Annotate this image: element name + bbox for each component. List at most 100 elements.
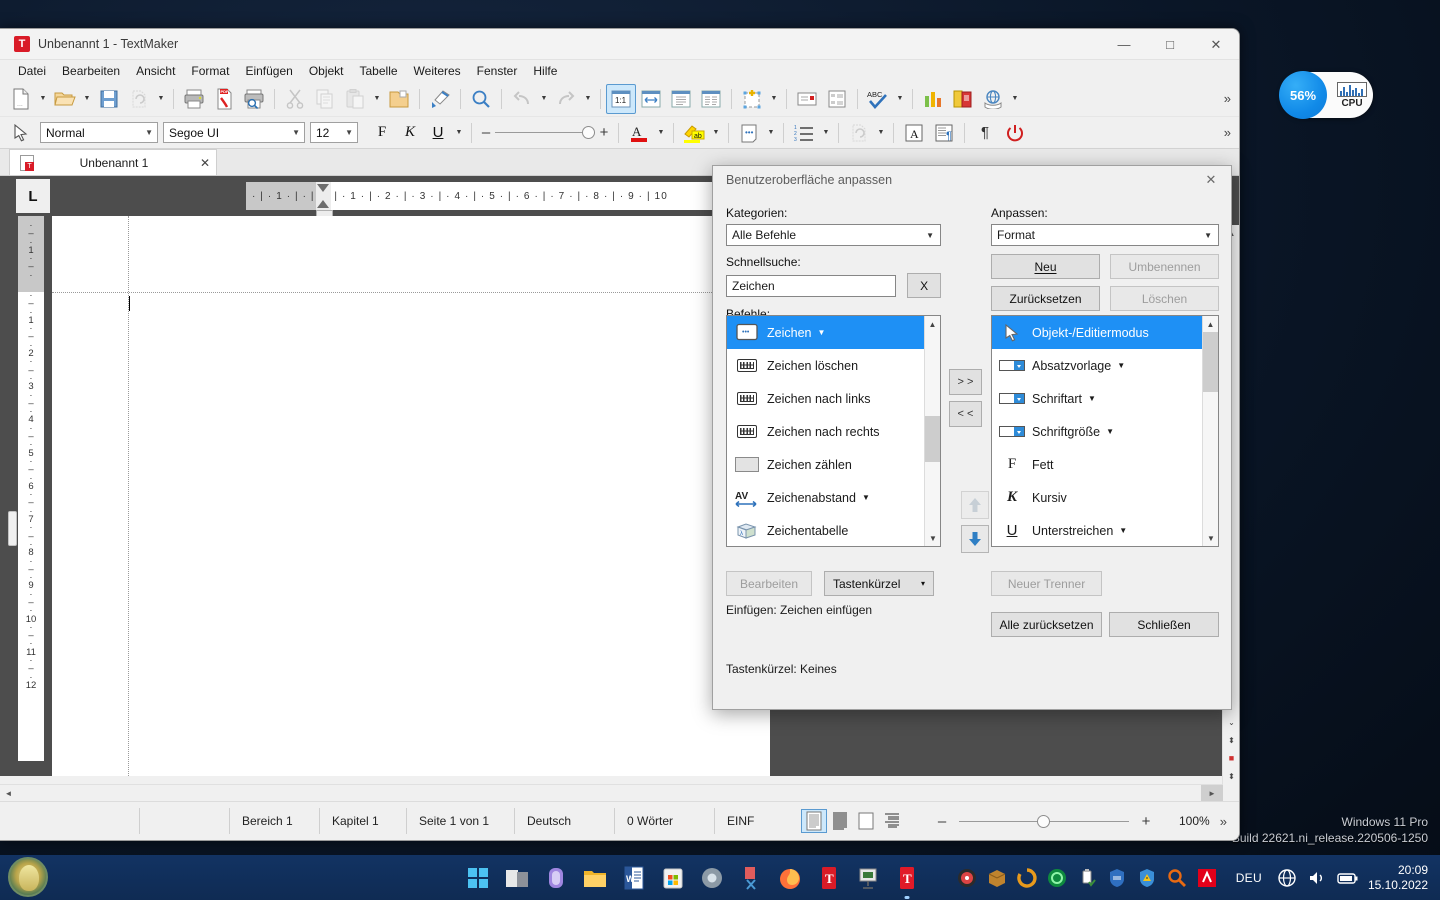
internet-caret[interactable]: ▼: [1008, 84, 1022, 114]
font-size-combo[interactable]: 12 ▼: [310, 122, 358, 143]
snipping-tool-icon[interactable]: [737, 864, 765, 892]
firewall-icon[interactable]: [1107, 868, 1127, 888]
settings-icon[interactable]: [698, 864, 726, 892]
numbered-list-icon[interactable]: 123: [789, 118, 819, 148]
widgets-icon[interactable]: [542, 864, 570, 892]
font-color-icon[interactable]: A: [624, 118, 654, 148]
list-item[interactable]: F Fett: [992, 448, 1218, 481]
usb-safely-remove-icon[interactable]: [1077, 868, 1097, 888]
power-icon[interactable]: [1000, 118, 1030, 148]
zoom-slider-track[interactable]: [959, 814, 1129, 828]
list-item[interactable]: ••• Zeichen ▼: [727, 316, 940, 349]
new-document-caret[interactable]: ▼: [36, 84, 50, 114]
textmaker-icon[interactable]: T: [815, 864, 843, 892]
font-size-slider-track[interactable]: [495, 126, 595, 139]
list-item[interactable]: λ Zeichentabelle: [727, 514, 940, 546]
list-item[interactable]: U Unterstreichen ▼: [992, 514, 1218, 546]
copy-icon[interactable]: [310, 84, 340, 114]
menu-item-datei[interactable]: Datei: [10, 62, 54, 80]
teamviewer-icon[interactable]: [1047, 868, 1067, 888]
paragraph-format-icon[interactable]: ¶: [929, 118, 959, 148]
list-item[interactable]: Zeichen nach links: [727, 382, 940, 415]
everything-search-icon[interactable]: [1167, 868, 1187, 888]
open-file-icon[interactable]: [50, 84, 80, 114]
add-command-button[interactable]: > >: [949, 369, 982, 395]
print-preview-icon[interactable]: [239, 84, 269, 114]
rename-button[interactable]: Umbenennen: [1110, 254, 1219, 279]
categories-select[interactable]: Alle Befehle ▼: [726, 224, 941, 246]
close-dialog-button[interactable]: Schließen: [1109, 612, 1219, 637]
list-item[interactable]: Schriftgröße ▼: [992, 415, 1218, 448]
numbered-list-caret[interactable]: ▼: [819, 118, 833, 148]
print-preview-view-icon[interactable]: [853, 809, 879, 833]
list-item[interactable]: K Kursiv: [992, 481, 1218, 514]
insert-object-caret[interactable]: ▼: [767, 84, 781, 114]
toolbar-overflow-button[interactable]: »: [1216, 91, 1239, 106]
underline-button[interactable]: U: [424, 120, 452, 146]
menu-item-format[interactable]: Format: [183, 62, 237, 80]
new-button[interactable]: Neu: [991, 254, 1100, 279]
horizontal-scrollbar[interactable]: ◄ ►: [0, 784, 1223, 802]
show-marks-icon[interactable]: ¶: [970, 118, 1000, 148]
restore-format-icon[interactable]: [844, 118, 874, 148]
battery-icon[interactable]: [1337, 868, 1358, 888]
zoom-decrease-button[interactable]: –: [933, 813, 951, 830]
scroll-up-button[interactable]: ▲: [1203, 316, 1218, 332]
list-item[interactable]: Objekt-/Editiermodus: [992, 316, 1218, 349]
defender-warning-icon[interactable]: [1137, 868, 1157, 888]
format-toolbar-overflow-button[interactable]: »: [1216, 125, 1239, 140]
edit-button[interactable]: Bearbeiten: [726, 571, 812, 596]
zoom-level-label[interactable]: 100%: [1179, 814, 1210, 828]
tray-clock[interactable]: 20:09 15.10.2022: [1368, 863, 1428, 893]
new-document-icon[interactable]: ...: [6, 84, 36, 114]
pointer-icon[interactable]: [6, 118, 36, 148]
scroll-left-button[interactable]: ◄: [0, 785, 17, 802]
previous-object-button[interactable]: ⬍: [1223, 731, 1239, 749]
list-item[interactable]: Absatzvorlage ▼: [992, 349, 1218, 382]
select-browse-object-button[interactable]: ■: [1223, 749, 1239, 767]
move-down-button[interactable]: [961, 525, 989, 553]
start-button-icon[interactable]: [8, 857, 48, 897]
menu-item-bearbeiten[interactable]: Bearbeiten: [54, 62, 128, 80]
clear-search-button[interactable]: X: [907, 273, 941, 298]
list-item[interactable]: Zeichen zählen: [727, 448, 940, 481]
cpu-usage-widget[interactable]: 56% CPU: [1279, 71, 1373, 119]
zoom-100-icon[interactable]: 1:1: [606, 83, 636, 114]
avira-icon[interactable]: [1197, 868, 1217, 888]
quicksearch-input[interactable]: Zeichen: [726, 274, 897, 297]
zoom-slider[interactable]: – +: [933, 813, 1155, 830]
chart-icon[interactable]: [918, 84, 948, 114]
underline-caret[interactable]: ▼: [452, 118, 466, 148]
books-icon[interactable]: [948, 84, 978, 114]
scroll-down-button[interactable]: ⌄: [1223, 713, 1239, 731]
paste-caret[interactable]: ▼: [370, 84, 384, 114]
menu-item-einfuegen[interactable]: Einfügen: [237, 62, 300, 80]
character-icon[interactable]: •••: [734, 118, 764, 148]
package-icon[interactable]: [987, 868, 1007, 888]
document-tab[interactable]: Unbenannt 1 ✕: [9, 149, 217, 175]
open-file-caret[interactable]: ▼: [80, 84, 94, 114]
scroll-down-button[interactable]: ▼: [925, 530, 940, 546]
list-item[interactable]: Schriftart ▼: [992, 382, 1218, 415]
indent-marker-icon[interactable]: [316, 182, 331, 210]
highlight-color-caret[interactable]: ▼: [709, 118, 723, 148]
close-button[interactable]: ✕: [1193, 29, 1239, 60]
presentations-icon[interactable]: [854, 864, 882, 892]
file-explorer-icon[interactable]: [581, 864, 609, 892]
sync-icon[interactable]: [1016, 867, 1037, 888]
vertical-ruler[interactable]: · – · 1 · – · · – · 1 · – · 2 · – · 3 · – · 4 · – · 5 · – · 6 · –…: [18, 216, 44, 761]
insert-object-icon[interactable]: [737, 84, 767, 114]
normal-view-icon[interactable]: [801, 809, 827, 833]
reset-all-button[interactable]: Alle zurücksetzen: [991, 612, 1102, 637]
microsoft-store-icon[interactable]: [659, 864, 687, 892]
menu-item-fenster[interactable]: Fenster: [469, 62, 526, 80]
highlight-color-icon[interactable]: ab: [679, 118, 709, 148]
status-language[interactable]: Deutsch: [515, 808, 615, 834]
restore-caret[interactable]: ▼: [154, 84, 168, 114]
speedfan-icon[interactable]: [957, 868, 977, 888]
start-button-icon[interactable]: [464, 864, 492, 892]
single-page-icon[interactable]: [666, 84, 696, 114]
menu-item-tabelle[interactable]: Tabelle: [352, 62, 406, 80]
customize-select[interactable]: Format ▼: [991, 224, 1219, 246]
print-icon[interactable]: [179, 84, 209, 114]
